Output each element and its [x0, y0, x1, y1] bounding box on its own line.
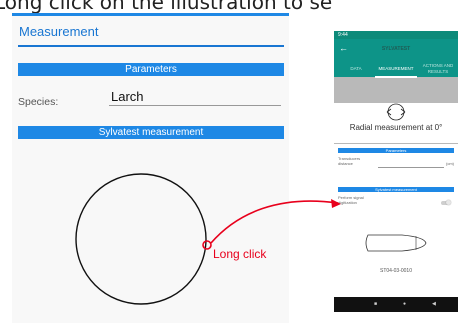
- arrow-head-icon: [331, 199, 341, 208]
- arrow-curve: [210, 200, 339, 244]
- red-curved-arrow: [210, 199, 341, 244]
